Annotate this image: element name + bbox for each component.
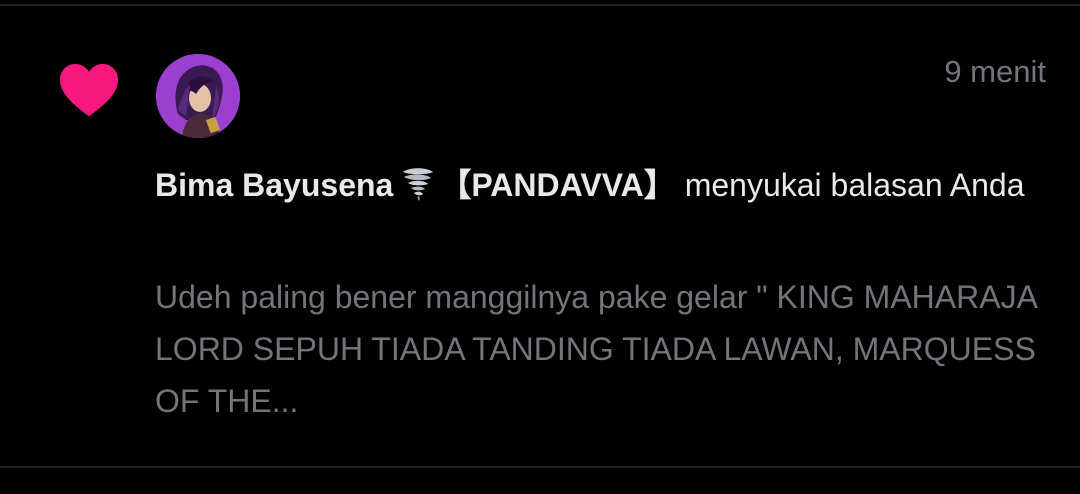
timestamp: 9 menit — [944, 54, 1046, 89]
user-name-tag: 【PANDAVVA】 — [439, 167, 676, 203]
user-display-name-text: Bima Bayusena — [155, 167, 394, 203]
user-display-name[interactable]: Bima Bayusena 【PANDAVVA】 — [155, 167, 676, 203]
avatar-image — [156, 54, 240, 138]
heart-icon — [59, 64, 119, 117]
action-text: menyukai balasan Anda — [684, 167, 1025, 203]
tornado-emoji — [403, 168, 434, 201]
like-notification[interactable]: 9 menit Bima Bayusena 【PANDAVVA】 menyuka… — [0, 6, 1080, 466]
notification-headline: Bima Bayusena 【PANDAVVA】 menyukai balasa… — [155, 159, 1045, 211]
avatar[interactable] — [156, 54, 240, 138]
reply-preview[interactable]: Udeh paling bener manggilnya pake gelar … — [155, 271, 1045, 427]
bottom-divider — [0, 466, 1080, 468]
